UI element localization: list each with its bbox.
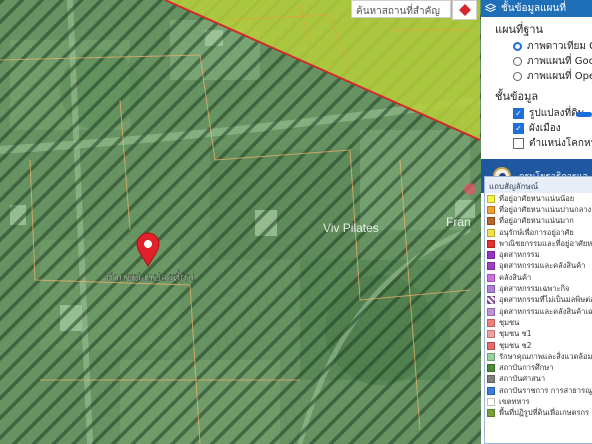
legend-swatch: [487, 386, 495, 395]
legend-item: คลังสินค้า: [485, 272, 592, 283]
basemap-label: ภาพแผนที่ Ope: [527, 71, 592, 82]
layers-icon: [485, 3, 496, 13]
radio-icon[interactable]: [513, 72, 522, 81]
marker-label: ตำแหน่งแปลงที่ดิน: [106, 269, 195, 284]
legend-swatch: [487, 296, 495, 305]
legend-swatch: [487, 285, 495, 294]
radio-icon[interactable]: [513, 57, 522, 66]
legend-swatch: [487, 262, 495, 271]
legend-swatch: [487, 239, 495, 248]
panel-header: ชั้นข้อมูลแผนที่: [481, 0, 592, 17]
legend-swatch: [487, 318, 495, 327]
legend-label: อนุรักษ์เพื่อการอยู่อาศัย: [499, 227, 574, 237]
legend-item: อุตสาหกรรมและคลังสินค้าเฉพ: [485, 306, 592, 317]
legend-label: ชุมชน: [499, 317, 520, 327]
search-input[interactable]: ค้นหาสถานที่สำคัญ: [351, 0, 451, 18]
legend-label: คลังสินค้า: [499, 272, 532, 282]
legend-item: สถาบันศาสนา: [485, 374, 592, 385]
legend-item: อุตสาหกรรมที่ไม่เป็นมลพิษต่อ: [485, 295, 592, 306]
basemap-option-satellite[interactable]: ภาพดาวเทียม G: [481, 39, 592, 54]
legend-swatch: [487, 205, 495, 214]
layer-option-cityplan[interactable]: ✓ ผังเมือง: [481, 121, 592, 136]
legend-label: อุตสาหกรรม: [499, 250, 540, 260]
checkbox-checked-icon[interactable]: ✓: [513, 108, 524, 119]
legend-swatch: [487, 228, 495, 237]
opacity-slider[interactable]: [576, 112, 592, 117]
legend-item: ชุมชน: [485, 317, 592, 328]
legend-label: สถาบันศาสนา: [499, 374, 546, 384]
basemap-label: ภาพดาวเทียม G: [527, 41, 592, 52]
legend-label: อุตสาหกรรมเฉพาะกิจ: [499, 284, 570, 294]
legend-label: ชุมชน ช2: [499, 340, 532, 350]
legend-swatch: [487, 397, 495, 406]
legend-item: สถาบันราชการ การสาธารณูป: [485, 385, 592, 396]
place-label-fran: Fran: [446, 215, 471, 229]
legend-list: ที่อยู่อาศัยหนาแน่นน้อย ที่อยู่อาศัยหนาแน…: [485, 193, 592, 419]
layer-label: ผังเมือง: [529, 123, 561, 134]
legend-item: อุตสาหกรรม: [485, 249, 592, 260]
layers-toggle-button[interactable]: [452, 0, 477, 20]
layers-section-title: ชั้นข้อมูล: [495, 90, 539, 103]
legend-label: อุตสาหกรรมและคลังสินค้าเฉพ: [499, 306, 592, 316]
legend-item: ที่อยู่อาศัยหนาแน่นน้อย: [485, 193, 592, 204]
legend-swatch: [487, 375, 495, 384]
legend-item: พาณิชยกรรมและที่อยู่อาศัยหน: [485, 238, 592, 249]
legend-label: ที่อยู่อาศัยหนาแน่นปานกลาง: [499, 204, 592, 214]
legend-item: เขตทหาร: [485, 396, 592, 407]
legend-item: ที่อยู่อาศัยหนาแน่นมาก: [485, 216, 592, 227]
legend-swatch: [487, 352, 495, 361]
legend-item: อุตสาหกรรมเฉพาะกิจ: [485, 283, 592, 294]
legend: แถบสัญลักษณ์ ที่อยู่อาศัยหนาแน่นน้อย ที่อ…: [484, 176, 592, 444]
basemap-section-title: แผนที่ฐาน: [495, 23, 544, 36]
legend-label: ที่อยู่อาศัยหนาแน่นมาก: [499, 216, 574, 226]
legend-label: เขตทหาร: [499, 397, 530, 406]
legend-swatch: [487, 251, 495, 260]
panel-title: ชั้นข้อมูลแผนที่: [501, 3, 566, 14]
legend-label: ที่อยู่อาศัยหนาแน่นน้อย: [499, 193, 575, 203]
legend-swatch: [487, 194, 495, 203]
checkbox-checked-icon[interactable]: ✓: [513, 123, 524, 134]
legend-swatch: [487, 409, 495, 418]
diamond-icon: [458, 4, 471, 16]
legend-item: สถาบันการศึกษา: [485, 362, 592, 373]
legend-label: สถาบันราชการ การสาธารณูป: [499, 385, 592, 395]
legend-label: พื้นที่ปฏิรูปที่ดินเพื่อเกษตรกร: [499, 408, 590, 418]
place-label-viv-pilates: Viv Pilates: [323, 221, 379, 235]
basemap-option-google[interactable]: ภาพแผนที่ Goo: [481, 54, 592, 69]
legend-item: ชุมชน ช1: [485, 329, 592, 340]
legend-swatch: [487, 307, 495, 316]
legend-swatch: [487, 364, 495, 373]
checkbox-icon[interactable]: [513, 138, 524, 149]
legend-swatch: [487, 273, 495, 282]
legend-title: แถบสัญลักษณ์: [485, 177, 592, 193]
legend-swatch: [487, 217, 495, 226]
legend-item: พื้นที่ปฏิรูปที่ดินเพื่อเกษตรกร: [485, 408, 592, 419]
radio-selected-icon[interactable]: [513, 42, 522, 51]
layer-option-location[interactable]: ตำแหน่งโคกหนอ: [481, 136, 592, 151]
legend-label: สถาบันการศึกษา: [499, 363, 554, 373]
legend-label: พาณิชยกรรมและที่อยู่อาศัยหน: [499, 238, 592, 248]
legend-item: อนุรักษ์เพื่อการอยู่อาศัย: [485, 227, 592, 238]
basemap-label: ภาพแผนที่ Goo: [527, 56, 592, 67]
legend-item: อุตสาหกรรมและคลังสินค้า: [485, 261, 592, 272]
legend-label: รักษาคุณภาพและสิ่งแวดล้อม: [499, 351, 592, 361]
legend-label: อุตสาหกรรมที่ไม่เป็นมลพิษต่อ: [499, 295, 592, 305]
basemap-option-osm[interactable]: ภาพแผนที่ Ope: [481, 69, 592, 84]
layer-label: ตำแหน่งโคกหนอ: [529, 138, 592, 149]
legend-item: ชุมชน ช2: [485, 340, 592, 351]
legend-swatch: [487, 341, 495, 350]
legend-swatch: [487, 330, 495, 339]
legend-label: ชุมชน ช1: [499, 329, 532, 339]
legend-item: รักษาคุณภาพและสิ่งแวดล้อม: [485, 351, 592, 362]
legend-item: ที่อยู่อาศัยหนาแน่นปานกลาง: [485, 204, 592, 215]
legend-label: อุตสาหกรรมและคลังสินค้า: [499, 261, 586, 271]
